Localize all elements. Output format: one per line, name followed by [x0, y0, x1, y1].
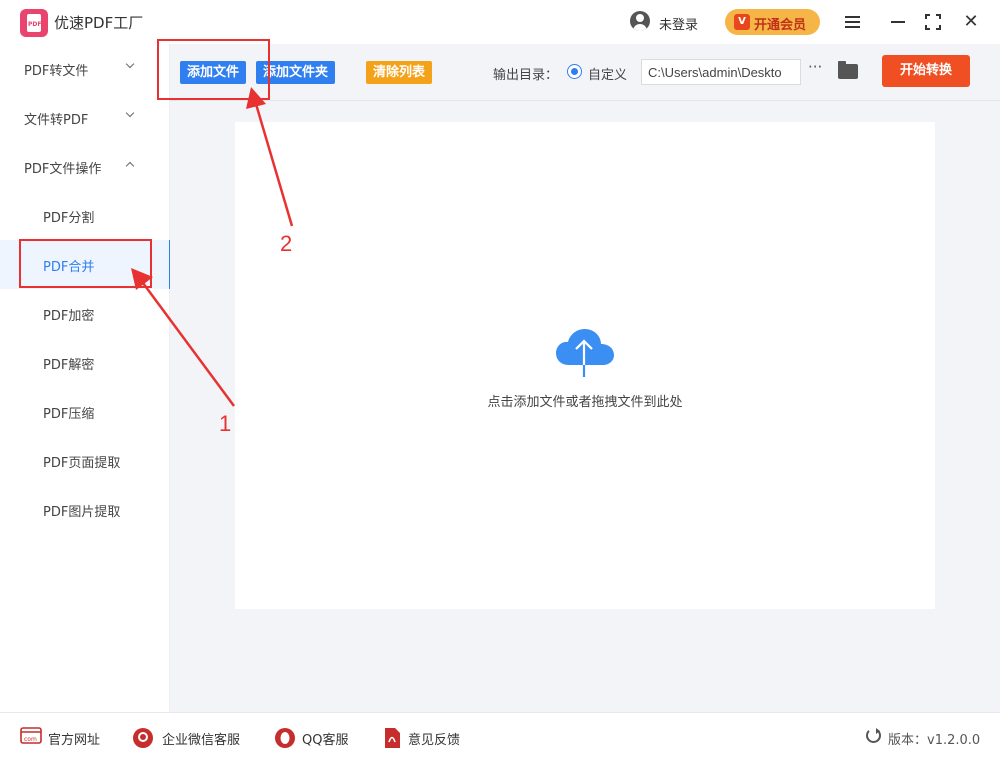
sidebar-item-label: PDF图片提取 — [43, 505, 121, 520]
drop-hint-text: 点击添加文件或者拖拽文件到此处 — [487, 395, 683, 410]
sidebar-item-pdf-image-extract[interactable]: PDF图片提取 — [0, 485, 170, 534]
footer: com 官方网址 企业微信客服 QQ客服 意见反馈 版本：v1.2.0.0 — [0, 712, 1000, 760]
feedback-link[interactable]: 意见反馈 — [383, 727, 473, 748]
pdf-feedback-icon — [385, 728, 400, 748]
sidebar-item-label: PDF解密 — [43, 358, 95, 373]
website-link[interactable]: com 官方网址 — [20, 727, 110, 748]
chevron-up-icon — [124, 158, 136, 170]
title-bar: PDF 优速PDF工厂 未登录 V 开通会员 ✕ — [0, 0, 1000, 44]
sidebar-item-label: PDF转文件 — [24, 64, 89, 79]
sidebar-item-label: 文件转PDF — [24, 113, 89, 128]
sidebar-item-pdf-operations[interactable]: PDF文件操作 — [0, 142, 170, 191]
qq-icon — [275, 728, 295, 748]
qq-label: QQ客服 — [302, 733, 349, 748]
version-text: 版本：v1.2.0.0 — [888, 733, 981, 748]
sidebar-item-pdf-encrypt[interactable]: PDF加密 — [0, 289, 170, 338]
maximize-icon[interactable] — [922, 11, 944, 33]
feedback-label: 意见反馈 — [408, 733, 461, 748]
vip-label: 开通会员 — [754, 18, 807, 33]
chevron-down-icon — [124, 60, 136, 72]
logo-text: PDF — [28, 21, 42, 28]
toolbar: 添加文件 添加文件夹 清除列表 输出目录： 自定义 ··· 开始转换 — [170, 44, 1000, 101]
more-icon[interactable]: ··· — [808, 58, 822, 76]
svg-text:com: com — [24, 736, 37, 743]
qq-service-link[interactable]: QQ客服 — [274, 727, 364, 748]
custom-radio[interactable] — [567, 64, 582, 79]
minimize-icon[interactable] — [887, 11, 909, 33]
output-dir-label: 输出目录： — [493, 68, 559, 83]
wechat-service-link[interactable]: 企业微信客服 — [132, 727, 252, 748]
sidebar-item-label: PDF分割 — [43, 211, 95, 226]
vip-icon: V — [734, 14, 750, 30]
sidebar-item-label: PDF文件操作 — [24, 162, 102, 177]
sidebar-item-pdf-decrypt[interactable]: PDF解密 — [0, 338, 170, 387]
folder-icon[interactable] — [838, 61, 858, 79]
output-path-field[interactable] — [641, 59, 801, 85]
custom-radio-label[interactable]: 自定义 — [588, 64, 627, 83]
sidebar-item-pdf-compress[interactable]: PDF压缩 — [0, 387, 170, 436]
sidebar-item-pdf-to-file[interactable]: PDF转文件 — [0, 44, 170, 93]
sidebar-item-file-to-pdf[interactable]: 文件转PDF — [0, 93, 170, 142]
annotation-number-1: 1 — [219, 411, 232, 436]
start-convert-button[interactable]: 开始转换 — [882, 55, 970, 87]
user-avatar-icon[interactable] — [630, 11, 650, 31]
menu-icon[interactable] — [842, 11, 864, 33]
sidebar: PDF转文件 文件转PDF PDF文件操作 PDF分割 PDF合并 PDF加密 … — [0, 44, 171, 712]
wechat-label: 企业微信客服 — [162, 733, 241, 748]
vip-button[interactable]: V 开通会员 — [725, 9, 820, 35]
wechat-icon — [133, 728, 153, 748]
cloud-upload-icon — [556, 329, 614, 377]
chevron-down-icon — [124, 109, 136, 121]
close-icon[interactable]: ✕ — [960, 11, 982, 33]
main-panel: 添加文件 添加文件夹 清除列表 输出目录： 自定义 ··· 开始转换 点击添加文… — [170, 44, 1000, 712]
refresh-icon[interactable] — [866, 728, 881, 743]
annotation-number-2: 2 — [280, 231, 293, 256]
sidebar-item-label: PDF页面提取 — [43, 456, 121, 471]
annotation-box-add-file — [157, 39, 270, 100]
file-drop-zone[interactable]: 点击添加文件或者拖拽文件到此处 — [235, 122, 935, 609]
clear-list-button[interactable]: 清除列表 — [366, 61, 433, 84]
website-label: 官方网址 — [48, 733, 101, 748]
sidebar-item-label: PDF压缩 — [43, 407, 95, 422]
sidebar-item-pdf-split[interactable]: PDF分割 — [0, 191, 170, 240]
sidebar-item-pdf-page-extract[interactable]: PDF页面提取 — [0, 436, 170, 485]
login-status[interactable]: 未登录 — [659, 14, 698, 33]
website-icon: com — [20, 727, 42, 744]
app-logo-icon: PDF — [20, 9, 48, 37]
sidebar-item-label: PDF加密 — [43, 309, 95, 324]
annotation-box-pdf-merge — [19, 239, 152, 288]
app-title: 优速PDF工厂 — [54, 14, 144, 32]
